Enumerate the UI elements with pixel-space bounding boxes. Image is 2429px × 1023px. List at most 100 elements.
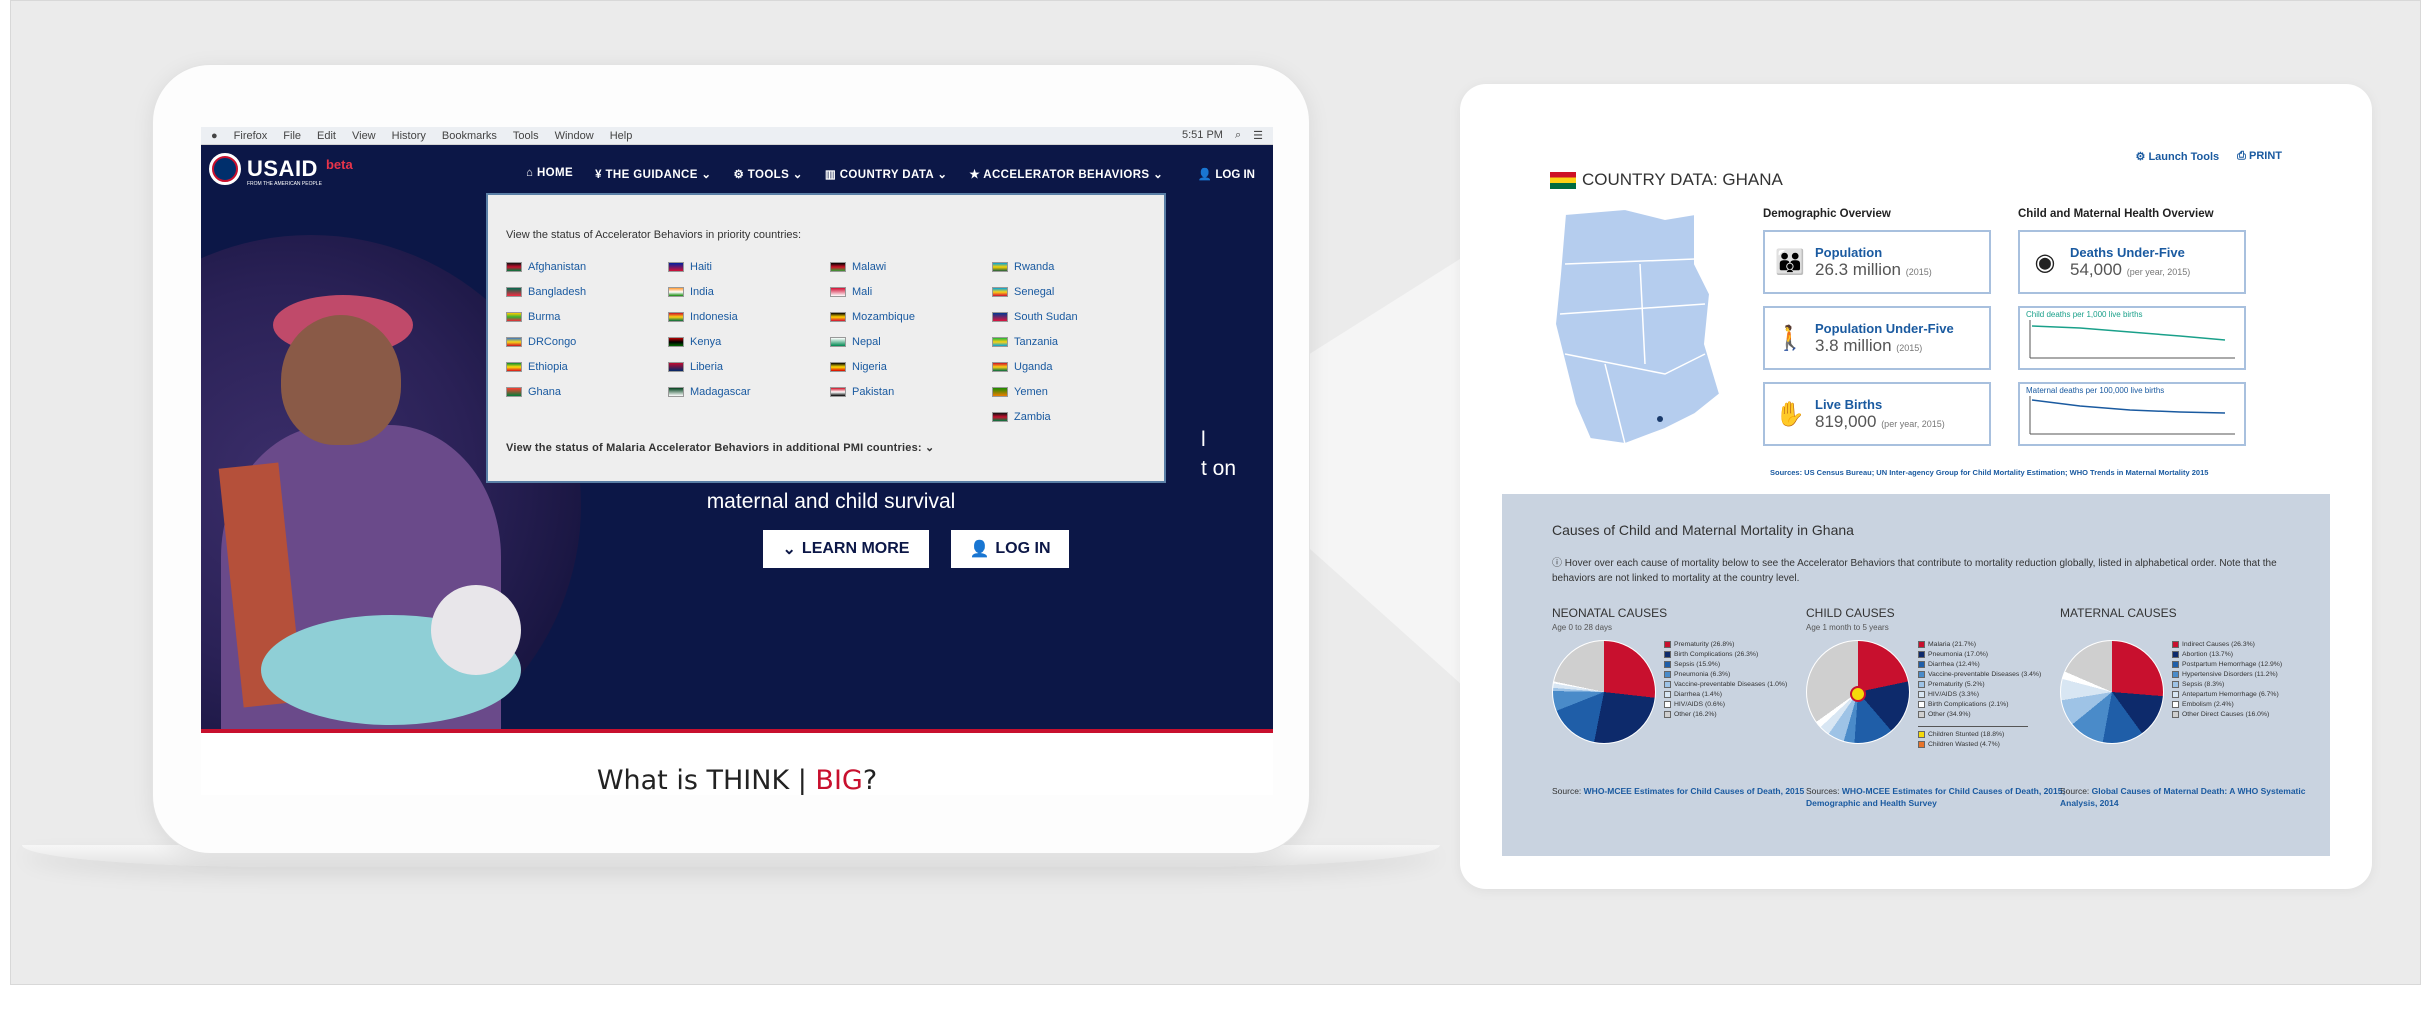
country-link-mali[interactable]: Mali — [830, 284, 992, 300]
pmi-countries-link[interactable]: View the status of Malaria Accelerator B… — [506, 441, 1148, 454]
menu-file[interactable]: File — [283, 130, 301, 142]
menubar-clock: 5:51 PM — [1181, 129, 1223, 141]
country-link-drcongo[interactable]: DRCongo — [506, 334, 668, 350]
country-link-rwanda[interactable]: Rwanda — [992, 259, 1154, 275]
country-link-afghanistan[interactable]: Afghanistan — [506, 259, 668, 275]
country-grid: Afghanistan Haiti Malawi Rwanda Bangladesh In… — [506, 259, 1148, 425]
country-link-bangladesh[interactable]: Bangladesh — [506, 284, 668, 300]
menu-tools[interactable]: Tools — [513, 130, 539, 142]
launch-tools-link[interactable]: ⚙ Launch Tools — [2136, 150, 2220, 163]
country-link-south-sudan[interactable]: South Sudan — [992, 309, 1154, 325]
legend-item[interactable]: Pneumonia (17.0%) — [1918, 650, 2041, 660]
stat-population-under-five[interactable]: 🚶 Population Under-Five 3.8 million (2015… — [1763, 306, 1991, 370]
nav-login[interactable]: 👤 LOG IN — [1198, 167, 1255, 181]
legend-item[interactable]: Antepartum Hemorrhage (6.7%) — [2172, 690, 2282, 700]
menu-window[interactable]: Window — [555, 130, 594, 142]
maternal-legend: Indirect Causes (26.3%) Abortion (13.7%) P… — [2172, 640, 2282, 720]
menu-edit[interactable]: Edit — [317, 130, 336, 142]
stunting-marker[interactable] — [1850, 686, 1866, 702]
nav-accelerator-behaviors[interactable]: ★ ACCELERATOR BEHAVIORS ⌄ — [969, 167, 1163, 181]
maternal-source[interactable]: Source: Global Causes of Maternal Death:… — [2060, 786, 2320, 810]
nav-home[interactable]: ⌂ HOME — [526, 167, 573, 181]
legend-item[interactable]: Postpartum Hemorrhage (12.9%) — [2172, 660, 2282, 670]
legend-item[interactable]: Malaria (21.7%) — [1918, 640, 2041, 650]
country-link-pakistan[interactable]: Pakistan — [830, 384, 992, 400]
nav-tools[interactable]: ⚙ TOOLS ⌄ — [733, 167, 802, 181]
legend-item[interactable]: Sepsis (15.9%) — [1664, 660, 1787, 670]
overview-sources[interactable]: Sources: US Census Bureau; UN Inter-agen… — [1770, 468, 2208, 477]
legend-item[interactable]: Diarrhea (12.4%) — [1918, 660, 2041, 670]
child-source[interactable]: Sources: WHO-MCEE Estimates for Child Ca… — [1806, 786, 2066, 810]
nav-guidance[interactable]: ¥ THE GUIDANCE ⌄ — [595, 167, 711, 181]
country-link-liberia[interactable]: Liberia — [668, 359, 830, 375]
legend-item[interactable]: Embolism (2.4%) — [2172, 700, 2282, 710]
menu-history[interactable]: History — [392, 130, 426, 142]
flag-icon — [830, 287, 846, 297]
country-link-malawi[interactable]: Malawi — [830, 259, 992, 275]
legend-item[interactable]: Abortion (13.7%) — [2172, 650, 2282, 660]
apple-icon[interactable]: ● — [211, 130, 218, 142]
flag-icon — [506, 287, 522, 297]
menu-help[interactable]: Help — [610, 130, 633, 142]
flag-icon — [830, 387, 846, 397]
country-link-burma[interactable]: Burma — [506, 309, 668, 325]
country-link-ethiopia[interactable]: Ethiopia — [506, 359, 668, 375]
legend-item[interactable]: HIV/AIDS (3.3%) — [1918, 690, 2041, 700]
neonatal-subheading: Age 0 to 28 days — [1552, 623, 1613, 632]
list-icon[interactable]: ☰ — [1253, 129, 1263, 142]
neonatal-source[interactable]: Source: WHO-MCEE Estimates for Child Cau… — [1552, 786, 1812, 798]
country-link-zambia[interactable]: Zambia — [992, 409, 1154, 425]
country-link-kenya[interactable]: Kenya — [668, 334, 830, 350]
flag-icon — [992, 287, 1008, 297]
legend-item[interactable]: Vaccine-preventable Diseases (3.4%) — [1918, 670, 2041, 680]
child-mortality-trend-chart[interactable]: Child deaths per 1,000 live births — [2018, 306, 2246, 370]
menu-bookmarks[interactable]: Bookmarks — [442, 130, 497, 142]
stat-population[interactable]: 👪 Population 26.3 million (2015) — [1763, 230, 1991, 294]
country-link-mozambique[interactable]: Mozambique — [830, 309, 992, 325]
legend-item[interactable]: Indirect Causes (26.3%) — [2172, 640, 2282, 650]
legend-item[interactable]: Other (34.9%) — [1918, 710, 2041, 720]
usaid-logo[interactable]: USAID beta FROM THE AMERICAN PEOPLE — [207, 151, 353, 187]
nav-country-data[interactable]: ▥ COUNTRY DATA ⌄ — [825, 167, 948, 181]
country-link-ghana[interactable]: Ghana — [506, 384, 668, 400]
country-link-haiti[interactable]: Haiti — [668, 259, 830, 275]
country-link-nepal[interactable]: Nepal — [830, 334, 992, 350]
learn-more-button[interactable]: ⌄ LEARN MORE — [763, 530, 929, 568]
legend-item[interactable]: Pneumonia (6.3%) — [1664, 670, 1787, 680]
maternal-heading: MATERNAL CAUSES — [2060, 606, 2177, 620]
stat-deaths-under-five[interactable]: ◉ Deaths Under-Five 54,000 (per year, 201… — [2018, 230, 2246, 294]
neonatal-pie-chart[interactable] — [1552, 640, 1656, 744]
country-link-nigeria[interactable]: Nigeria — [830, 359, 992, 375]
legend-item[interactable]: Prematurity (26.8%) — [1664, 640, 1787, 650]
print-link[interactable]: ⎙ PRINT — [2237, 150, 2282, 163]
login-button[interactable]: 👤 LOG IN — [951, 530, 1069, 568]
legend-item-nutrition[interactable]: Children Stunted (18.8%) — [1918, 730, 2041, 740]
country-link-tanzania[interactable]: Tanzania — [992, 334, 1154, 350]
legend-item[interactable]: Vaccine-preventable Diseases (1.0%) — [1664, 680, 1787, 690]
legend-item[interactable]: Other (16.2%) — [1664, 710, 1787, 720]
legend-item[interactable]: Sepsis (8.3%) — [2172, 680, 2282, 690]
legend-item[interactable]: HIV/AIDS (0.6%) — [1664, 700, 1787, 710]
stat-live-births[interactable]: ✋ Live Births 819,000 (per year, 2015) — [1763, 382, 1991, 446]
menu-view[interactable]: View — [352, 130, 376, 142]
country-link-uganda[interactable]: Uganda — [992, 359, 1154, 375]
legend-item[interactable]: Hypertensive Disorders (11.2%) — [2172, 670, 2282, 680]
legend-item[interactable]: Birth Complications (26.3%) — [1664, 650, 1787, 660]
legend-item[interactable]: Diarrhea (1.4%) — [1664, 690, 1787, 700]
flag-icon — [668, 262, 684, 272]
country-link-yemen[interactable]: Yemen — [992, 384, 1154, 400]
spotlight-icon[interactable]: ⌕ — [1235, 129, 1241, 142]
menu-firefox[interactable]: Firefox — [234, 130, 268, 142]
maternal-pie-chart[interactable] — [2060, 640, 2164, 744]
country-link-senegal[interactable]: Senegal — [992, 284, 1154, 300]
neonatal-legend: Prematurity (26.8%) Birth Complications (… — [1664, 640, 1787, 720]
legend-item-nutrition[interactable]: Children Wasted (4.7%) — [1918, 740, 2041, 750]
country-link-india[interactable]: India — [668, 284, 830, 300]
think-big-section: What is THINK | BIG? — [201, 733, 1273, 795]
legend-item[interactable]: Prematurity (5.2%) — [1918, 680, 2041, 690]
country-link-madagascar[interactable]: Madagascar — [668, 384, 830, 400]
legend-item[interactable]: Other Direct Causes (16.0%) — [2172, 710, 2282, 720]
country-link-indonesia[interactable]: Indonesia — [668, 309, 830, 325]
legend-item[interactable]: Birth Complications (2.1%) — [1918, 700, 2041, 710]
maternal-mortality-trend-chart[interactable]: Maternal deaths per 100,000 live births — [2018, 382, 2246, 446]
